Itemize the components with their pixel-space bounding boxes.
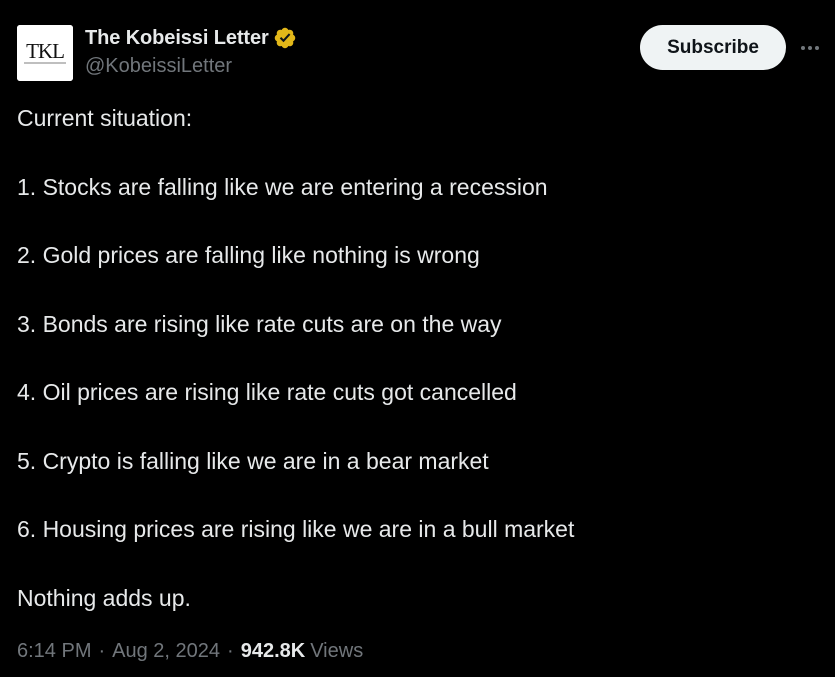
views-label: Views (310, 639, 364, 662)
post-time[interactable]: 6:14 PM (17, 640, 91, 663)
svg-text:TKL: TKL (26, 39, 64, 63)
subscribe-button[interactable]: Subscribe (640, 25, 786, 70)
kobeissi-logo: TKL (17, 25, 73, 81)
post-text-line: Nothing adds up. (17, 585, 191, 611)
separator: · (227, 639, 234, 662)
post-text-line: 5. Crypto is falling like we are in a be… (17, 448, 489, 474)
author-handle[interactable]: @KobeissiLetter (85, 55, 232, 78)
post-text-line: 6. Housing prices are rising like we are… (17, 516, 575, 542)
post-date[interactable]: Aug 2, 2024 (112, 640, 220, 663)
post-text-line: 3. Bonds are rising like rate cuts are o… (17, 311, 502, 337)
post-text-line: 1. Stocks are falling like we are enteri… (17, 174, 548, 200)
post-meta: 6:14 PM · Aug 2, 2024 · 942.8K Views (17, 636, 363, 666)
views-count[interactable]: 942.8K (241, 640, 306, 663)
verified-badge-icon[interactable] (273, 26, 297, 50)
post-text-line: Current situation: (17, 105, 193, 131)
post-text-line: 2. Gold prices are falling like nothing … (17, 242, 480, 268)
separator: · (98, 639, 106, 662)
avatar[interactable]: TKL (17, 25, 73, 81)
more-options-icon[interactable] (796, 34, 824, 62)
tweet: TKL The Kobeissi Letter @KobeissiLetter … (0, 0, 835, 677)
post-text-line: 4. Oil prices are rising like rate cuts … (17, 379, 517, 405)
author-name-row: The Kobeissi Letter (85, 25, 297, 51)
author-display-name[interactable]: The Kobeissi Letter (85, 27, 269, 50)
